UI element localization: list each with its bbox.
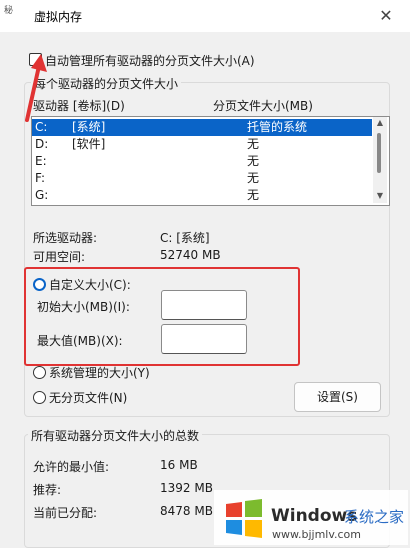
dialog-title: 虚拟内存 <box>34 10 83 24</box>
drive-size: 无 <box>247 188 260 202</box>
watermark-cn: 系统之家 <box>344 508 405 526</box>
set-button[interactable]: 设置(S) <box>294 382 381 412</box>
drive-list[interactable]: C: [系统] 托管的系统 D: [软件] 无 E: 无 F: 无 G: 无 <box>31 116 390 206</box>
no-paging-label[interactable]: 无分页文件(N) <box>49 389 127 406</box>
auto-manage-label[interactable]: 自动管理所有驱动器的分页文件大小(A) <box>45 52 255 69</box>
drive-row[interactable]: C: [系统] 托管的系统 <box>32 119 372 136</box>
drive-row[interactable]: F: 无 <box>32 170 372 187</box>
no-paging-radio[interactable] <box>33 391 46 404</box>
drive-letter: E: <box>35 154 47 168</box>
min-allowed-label: 允许的最小值: <box>33 460 110 474</box>
drive-label: [软件] <box>72 137 106 151</box>
watermark-url: www.bjjmlv.com <box>272 528 361 541</box>
drive-row[interactable]: D: [软件] 无 <box>32 136 372 153</box>
totals-legend: 所有驱动器分页文件大小的总数 <box>28 427 203 444</box>
recommended-value: 1392 MB <box>160 481 213 495</box>
drive-size: 无 <box>247 171 260 185</box>
drive-label: [系统] <box>72 120 106 134</box>
drive-row[interactable]: E: 无 <box>32 153 372 170</box>
drive-size: 无 <box>247 154 260 168</box>
recommended-label: 推荐: <box>33 483 62 497</box>
chevron-up-icon[interactable]: ▲ <box>375 119 385 127</box>
selected-drive-value: C: [系统] <box>160 231 210 245</box>
drive-letter: F: <box>35 171 46 185</box>
drive-letter: D: <box>35 137 49 151</box>
selected-drive-label: 所选驱动器: <box>33 231 98 245</box>
system-managed-radio[interactable] <box>33 366 46 379</box>
drive-row[interactable]: G: 无 <box>32 187 372 204</box>
arrow-icon <box>25 54 47 122</box>
windows-logo-icon <box>226 499 262 538</box>
free-space-label: 可用空间: <box>33 250 86 264</box>
min-allowed-value: 16 MB <box>160 458 198 472</box>
title-fragment: 秘 <box>4 6 14 16</box>
size-column-header: 分页文件大小(MB) <box>213 99 313 113</box>
current-label: 当前已分配: <box>33 506 98 520</box>
scrollbar-thumb[interactable] <box>377 133 381 173</box>
highlight-box <box>24 267 300 366</box>
drive-size: 托管的系统 <box>247 120 308 134</box>
system-managed-label[interactable]: 系统管理的大小(Y) <box>49 364 150 381</box>
close-icon[interactable]: ✕ <box>376 6 396 26</box>
chevron-down-icon[interactable]: ▼ <box>375 192 385 200</box>
free-space-value: 52740 MB <box>160 248 221 262</box>
drive-letter: G: <box>35 188 49 202</box>
per-drive-legend: 每个驱动器的分页文件大小 <box>31 75 182 92</box>
current-value: 8478 MB <box>160 504 213 518</box>
drive-size: 无 <box>247 137 260 151</box>
